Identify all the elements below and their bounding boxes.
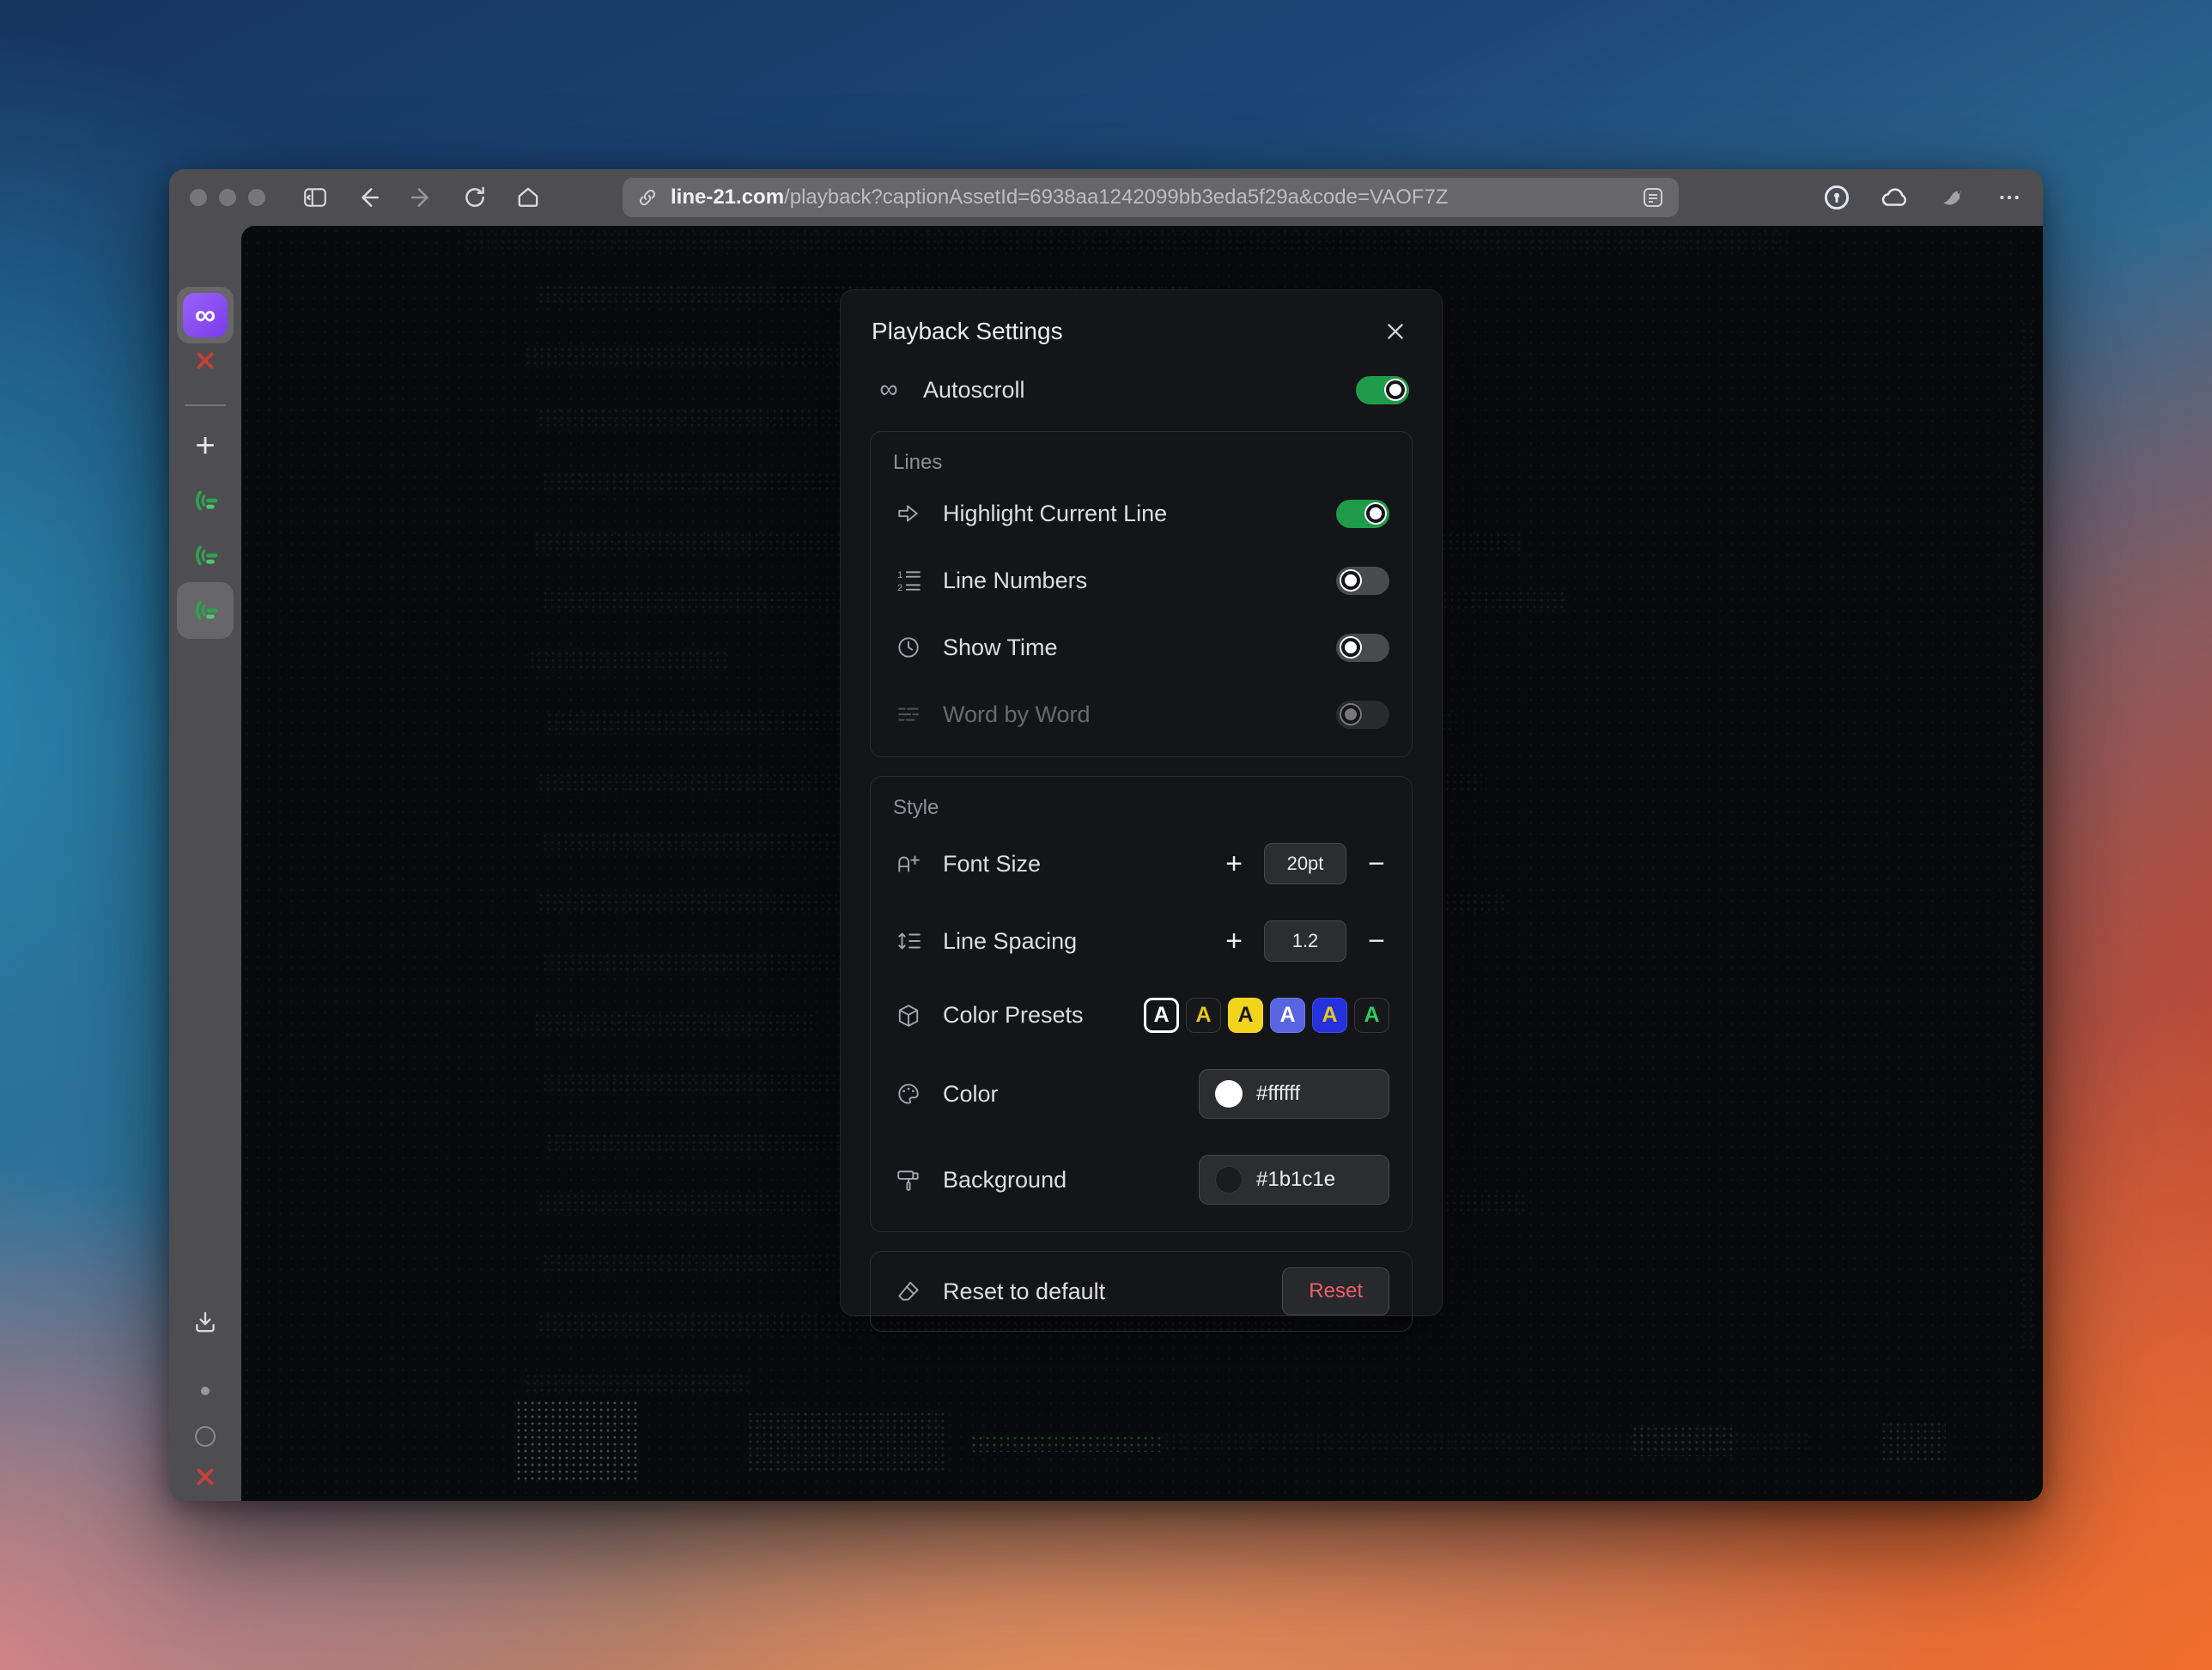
playback-settings-modal: Playback Settings ∞ Autoscroll Lines (840, 289, 1443, 1316)
app-logo-icon: ∞ (183, 293, 228, 337)
font-size-row: Font Size + 20pt − (893, 825, 1389, 902)
pinned-app-tab[interactable]: ∞ (177, 287, 234, 343)
autoscroll-label: Autoscroll (923, 377, 1025, 404)
text-color-swatch (1215, 1080, 1243, 1108)
password-manager-icon[interactable] (1823, 184, 1850, 211)
browser-toolbar: line-21.com/playback?captionAssetId=6938… (169, 169, 2043, 226)
status-ring-icon (195, 1426, 216, 1447)
word-by-word-row: Word by Word (893, 681, 1389, 748)
style-heading: Style (893, 796, 1389, 820)
close-tab-icon[interactable] (194, 349, 216, 372)
style-section: Style Font Size + 20pt − (870, 776, 1413, 1232)
downloads-icon[interactable] (192, 1309, 218, 1335)
font-size-icon (893, 848, 924, 879)
line-spacing-increase-button[interactable]: + (1221, 926, 1247, 956)
line-numbers-row: 12 Line Numbers (893, 547, 1389, 614)
color-preset[interactable]: A (1144, 998, 1179, 1033)
font-size-value[interactable]: 20pt (1264, 843, 1346, 884)
text-color-input[interactable]: #ffffff (1199, 1069, 1389, 1119)
svg-text:2: 2 (897, 583, 902, 593)
close-session-icon[interactable] (194, 1466, 216, 1488)
status-dot-icon (201, 1387, 210, 1395)
home-button[interactable] (513, 182, 544, 213)
modal-title: Playback Settings (872, 318, 1063, 345)
reset-row: Reset to default Reset (893, 1267, 1389, 1315)
reload-button[interactable] (459, 182, 490, 213)
text-color-value: #ffffff (1256, 1082, 1300, 1106)
show-time-row: Show Time (893, 614, 1389, 681)
background-color-value: #1b1c1e (1256, 1168, 1335, 1192)
word-by-word-icon (893, 699, 924, 730)
reset-button[interactable]: Reset (1282, 1267, 1389, 1315)
color-preset[interactable]: A (1312, 998, 1347, 1033)
more-menu-icon[interactable] (1996, 185, 2022, 210)
lines-section: Lines Highlight Current Line 12 Line Num… (870, 431, 1413, 757)
line-spacing-icon (893, 926, 924, 956)
back-button[interactable] (353, 182, 384, 213)
line-spacing-value[interactable]: 1.2 (1264, 920, 1346, 962)
font-size-decrease-button[interactable]: − (1364, 849, 1389, 878)
zoom-window-button[interactable] (248, 189, 265, 206)
url-text: line-21.com/playback?captionAssetId=6938… (671, 185, 1449, 210)
background-color-input[interactable]: #1b1c1e (1199, 1155, 1389, 1205)
lines-heading: Lines (893, 451, 1389, 475)
line-numbers-toggle[interactable] (1336, 567, 1389, 595)
sidebar-divider (185, 404, 226, 406)
cube-icon (893, 1000, 924, 1031)
minimize-window-button[interactable] (219, 189, 236, 206)
svg-text:1: 1 (897, 570, 902, 580)
color-presets: A A A A A A (1144, 998, 1389, 1033)
font-size-increase-button[interactable]: + (1221, 849, 1247, 878)
arrow-right-icon (893, 498, 924, 529)
link-icon (636, 186, 659, 209)
extension-icon[interactable] (1938, 183, 1967, 212)
palette-icon (893, 1078, 924, 1109)
browser-window: line-21.com/playback?captionAssetId=6938… (169, 169, 2043, 1501)
new-tab-button[interactable]: + (195, 428, 215, 463)
reader-view-icon[interactable] (1641, 185, 1665, 210)
tab-favicon-captions-active[interactable] (177, 582, 234, 639)
desktop-wallpaper: line-21.com/playback?captionAssetId=6938… (0, 0, 2212, 1670)
toolbar-extensions (1823, 183, 2022, 212)
clock-icon (893, 632, 924, 663)
color-preset[interactable]: A (1186, 998, 1221, 1033)
color-preset[interactable]: A (1354, 998, 1389, 1033)
color-row: Color #ffffff (893, 1051, 1389, 1137)
close-window-button[interactable] (190, 189, 207, 206)
color-preset[interactable]: A (1228, 998, 1263, 1033)
eraser-icon (893, 1276, 924, 1307)
word-by-word-toggle[interactable] (1336, 701, 1389, 729)
line-spacing-row: Line Spacing + 1.2 − (893, 902, 1389, 980)
reset-label: Reset to default (943, 1278, 1105, 1305)
forward-button[interactable] (406, 182, 437, 213)
highlight-current-line-row: Highlight Current Line (893, 480, 1389, 547)
traffic-lights (190, 189, 265, 206)
sidebar-toggle-icon[interactable] (300, 182, 331, 213)
show-time-toggle[interactable] (1336, 634, 1389, 662)
autoscroll-toggle[interactable] (1356, 376, 1409, 404)
tab-favicon-captions-1[interactable] (190, 485, 221, 516)
reset-section: Reset to default Reset (870, 1251, 1413, 1332)
browser-sidebar: ∞ + + (169, 226, 241, 1501)
color-presets-row: Color Presets A A A A A A (893, 980, 1389, 1051)
line-numbers-icon: 12 (893, 565, 924, 596)
infinity-icon: ∞ (873, 374, 904, 405)
background-row: Background #1b1c1e (893, 1137, 1389, 1223)
highlight-current-line-toggle[interactable] (1336, 500, 1389, 528)
autoscroll-row: ∞ Autoscroll (870, 352, 1413, 431)
cloud-icon[interactable] (1880, 183, 1909, 212)
color-preset[interactable]: A (1270, 998, 1305, 1033)
address-bar[interactable]: line-21.com/playback?captionAssetId=6938… (623, 178, 1679, 217)
paint-roller-icon (893, 1164, 924, 1195)
tab-favicon-captions-2[interactable] (190, 540, 221, 571)
background-color-swatch (1215, 1166, 1243, 1193)
line-spacing-decrease-button[interactable]: − (1364, 926, 1389, 956)
close-modal-button[interactable] (1380, 316, 1411, 347)
